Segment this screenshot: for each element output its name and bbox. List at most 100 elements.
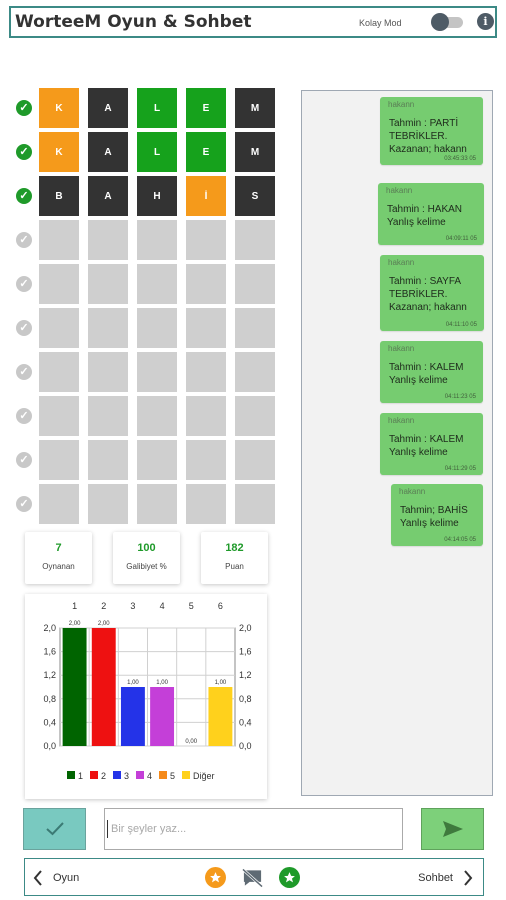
legend-label: 2 — [101, 771, 106, 781]
letter-tile: K — [39, 132, 79, 172]
letter-tile: A — [88, 88, 128, 128]
letter-tile — [186, 264, 226, 304]
bar — [120, 687, 145, 746]
stat-label: Galibiyet % — [126, 562, 167, 571]
legend-label: 3 — [124, 771, 129, 781]
chat-message-text: Tahmin : KALEM Yanlış kelime — [389, 361, 477, 387]
stat-value: 182 — [225, 542, 244, 554]
letter-tile: B — [39, 176, 79, 216]
nav-center-icons — [205, 867, 300, 888]
letter-tile — [88, 484, 128, 524]
chat-message: hakann Tahmin : SAYFA TEBRİKLER. Kazanan; h… — [380, 255, 484, 331]
stat-card-score: 182 Puan — [201, 532, 268, 584]
letter-tile — [137, 396, 177, 436]
star-green-icon[interactable] — [279, 867, 300, 888]
y-tick-label: 0,0 — [43, 741, 56, 751]
no-chat-icon[interactable] — [242, 867, 263, 888]
text-cursor — [107, 820, 108, 838]
chat-panel[interactable]: hakann Tahmin : PARTİ TEBRİKLER. Kazanan; h… — [301, 90, 493, 796]
info-icon[interactable]: i — [477, 13, 494, 30]
chat-message-user: hakann — [388, 344, 415, 353]
y-tick-label: 0,4 — [43, 717, 56, 727]
submit-guess-button[interactable] — [23, 808, 86, 850]
chevron-left-icon — [33, 870, 42, 886]
board-row: ✓ B A H İ S — [16, 176, 278, 216]
y-tick-label-right: 0,8 — [239, 694, 252, 704]
bar-value-label: 0,00 — [185, 739, 197, 745]
letter-tile — [186, 308, 226, 348]
chat-message-text: Tahmin : PARTİ TEBRİKLER. Kazanan; hakann — [389, 117, 477, 156]
chat-message-line: Tahmin : PARTİ — [389, 118, 459, 129]
pending-circle-icon: ✓ — [16, 496, 32, 512]
board-row: ✓ — [16, 220, 278, 260]
chat-message: hakann Tahmin : HAKAN Yanlış kelime 04:09:1… — [378, 183, 484, 245]
pending-circle-icon: ✓ — [16, 408, 32, 424]
letter-tile — [186, 440, 226, 480]
letter-tile — [39, 264, 79, 304]
bar-value-label: 1,00 — [156, 680, 168, 686]
stat-label: Puan — [225, 562, 244, 571]
check-circle-icon: ✓ — [16, 100, 32, 116]
nav-game-label: Oyun — [53, 872, 80, 884]
letter-tile — [235, 396, 275, 436]
chat-message-time: 04:09:11 05 — [445, 236, 477, 242]
chat-message-line: Tahmin : KALEM — [389, 434, 464, 445]
chat-message-time: 04:14:05 05 — [444, 537, 476, 543]
app-title: WorteeM Oyun & Sohbet — [15, 12, 252, 32]
chat-message: hakann Tahmin : KALEM Yanlış kelime 04:11:2… — [380, 341, 483, 403]
chat-message-text: Tahmin : KALEM Yanlış kelime — [389, 433, 477, 459]
legend-label: 4 — [147, 771, 152, 781]
letter-tile: A — [88, 176, 128, 216]
y-tick-label: 1,2 — [43, 670, 56, 680]
stat-card-played: 7 Oynanan — [25, 532, 92, 584]
letter-tile: S — [235, 176, 275, 216]
letter-tile — [88, 264, 128, 304]
chat-message-line: TEBRİKLER. — [389, 131, 448, 142]
chat-message-time: 04:11:23 05 — [444, 394, 476, 400]
legend-swatch — [67, 771, 75, 779]
letter-tile — [39, 220, 79, 260]
chat-message-user: hakann — [388, 100, 415, 109]
star-orange-icon[interactable] — [205, 867, 226, 888]
letter-tile — [39, 396, 79, 436]
letter-tile — [186, 484, 226, 524]
pending-circle-icon: ✓ — [16, 276, 32, 292]
chat-message-time: 04:11:29 05 — [444, 466, 476, 472]
bar — [91, 628, 116, 746]
letter-tile — [137, 440, 177, 480]
letter-tile — [235, 264, 275, 304]
chat-message-time: 04:11:10 05 — [445, 322, 477, 328]
nav-chat-button[interactable]: Sohbet — [418, 869, 473, 887]
stat-value: 100 — [137, 542, 156, 554]
send-message-button[interactable] — [421, 808, 484, 850]
chat-message-line: TEBRİKLER. — [389, 289, 448, 300]
y-tick-label-right: 0,4 — [239, 717, 252, 727]
y-tick-label-right: 2,0 — [239, 623, 252, 633]
letter-tile — [137, 220, 177, 260]
chat-message-user: hakann — [399, 487, 426, 496]
y-tick-label-right: 1,6 — [239, 647, 252, 657]
board-row: ✓ — [16, 484, 278, 524]
chat-message-user: hakann — [386, 186, 413, 195]
letter-tile: A — [88, 132, 128, 172]
chat-message-user: hakann — [388, 416, 415, 425]
x-tick-label: 1 — [72, 601, 77, 611]
letter-tile — [39, 308, 79, 348]
letter-tile — [235, 352, 275, 392]
board-row: ✓ — [16, 396, 278, 436]
letter-tile — [235, 308, 275, 348]
letter-tile — [39, 352, 79, 392]
x-tick-label: 3 — [130, 601, 135, 611]
chat-message-text: Tahmin : SAYFA TEBRİKLER. Kazanan; hakann — [389, 275, 478, 314]
letter-tile: M — [235, 132, 275, 172]
letter-tile — [88, 396, 128, 436]
board-row: ✓ — [16, 440, 278, 480]
nav-game-button[interactable]: Oyun — [33, 869, 79, 887]
bottom-navigation: Oyun Sohbet — [24, 858, 484, 896]
chat-message-input[interactable] — [104, 808, 403, 850]
nav-chat-label: Sohbet — [418, 872, 453, 884]
letter-tile — [137, 352, 177, 392]
letter-tile: K — [39, 88, 79, 128]
board-row: ✓ K A L E M — [16, 132, 278, 172]
easy-mode-toggle[interactable] — [431, 13, 465, 31]
